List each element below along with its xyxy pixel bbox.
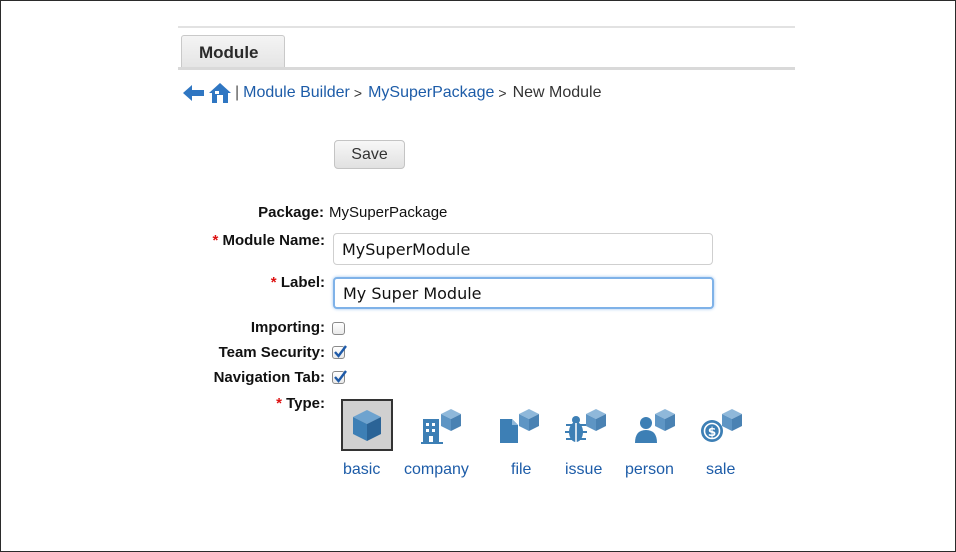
required-marker: * [212, 232, 219, 249]
company-building-icon [421, 409, 461, 444]
navigation-tab-checkbox[interactable] [332, 370, 347, 384]
top-divider [178, 26, 795, 28]
type-basic-button[interactable] [341, 399, 393, 451]
navigation-tab-label: Navigation Tab: [213, 369, 325, 386]
type-file-button[interactable] [495, 399, 547, 451]
checkmark-icon [334, 370, 347, 383]
window-frame: Module | Module Builder > MySuperPackage… [0, 0, 956, 552]
svg-text:$: $ [708, 425, 716, 439]
issue-bug-icon [565, 409, 606, 442]
tab-bar-divider [178, 67, 795, 70]
save-button[interactable]: Save [334, 140, 405, 169]
required-marker: * [270, 274, 277, 291]
breadcrumb-separator: | [235, 84, 240, 101]
home-icon[interactable] [208, 82, 232, 104]
breadcrumb-current: New Module [512, 84, 602, 101]
importing-checkbox[interactable] [332, 322, 345, 335]
breadcrumb-arrow: > [353, 85, 363, 101]
file-icon [500, 409, 539, 443]
tab-module[interactable]: Module [181, 35, 285, 69]
team-security-checkbox[interactable] [332, 345, 347, 359]
type-file-label[interactable]: file [511, 461, 531, 479]
type-issue-button[interactable] [562, 399, 614, 451]
package-value: MySuperPackage [329, 204, 448, 221]
type-sale-button[interactable]: $ [698, 399, 750, 451]
team-security-label: Team Security: [218, 344, 325, 361]
module-name-input[interactable] [333, 233, 713, 265]
module-name-label: * Module Name: [212, 232, 325, 249]
breadcrumb-link-module-builder[interactable]: Module Builder [243, 84, 350, 102]
type-label: * Type: [276, 395, 325, 412]
label-field-label: * Label: [271, 274, 325, 291]
required-marker: * [276, 395, 282, 412]
breadcrumb-link-package[interactable]: MySuperPackage [368, 84, 494, 102]
type-basic-label[interactable]: basic [343, 461, 380, 479]
type-issue-label[interactable]: issue [565, 461, 602, 479]
importing-label: Importing: [250, 319, 325, 336]
person-icon [635, 409, 675, 443]
type-company-button[interactable] [417, 399, 469, 451]
type-company-label[interactable]: company [404, 461, 469, 479]
label-input[interactable] [333, 277, 714, 309]
type-label-text: Type: [286, 395, 325, 412]
checkmark-icon [334, 345, 347, 358]
module-name-label-text: Module Name: [222, 232, 325, 249]
type-person-label[interactable]: person [625, 461, 674, 479]
breadcrumb: | Module Builder > MySuperPackage > New … [182, 81, 602, 105]
basic-cube-icon [353, 410, 381, 441]
label-field-label-text: Label: [280, 274, 325, 291]
breadcrumb-arrow: > [498, 85, 507, 101]
type-person-button[interactable] [631, 399, 683, 451]
package-label: Package: [258, 204, 324, 221]
sale-coin-icon: $ [701, 409, 742, 442]
back-arrow-icon[interactable] [182, 83, 206, 103]
type-sale-label[interactable]: sale [706, 461, 735, 479]
